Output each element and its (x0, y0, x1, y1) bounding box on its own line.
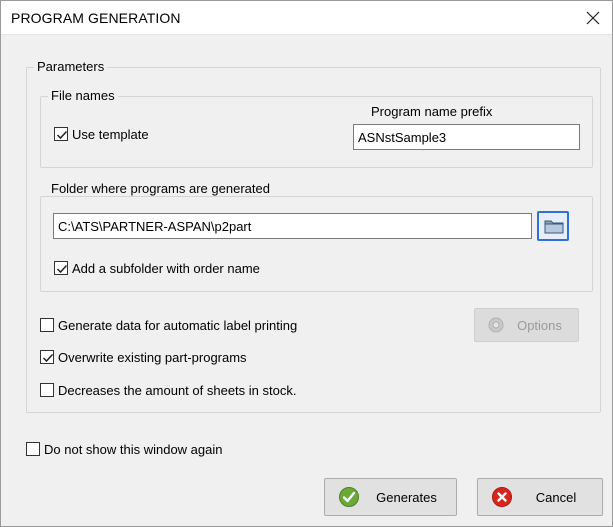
close-icon (586, 11, 600, 25)
use-template-checkbox-box[interactable] (54, 127, 68, 141)
program-name-prefix-input[interactable] (353, 124, 580, 150)
folder-path-input[interactable] (53, 213, 532, 239)
label-printing-checkbox-box[interactable] (40, 318, 54, 332)
decrease-stock-checkbox[interactable]: Decreases the amount of sheets in stock. (40, 381, 296, 399)
add-subfolder-checkbox[interactable]: Add a subfolder with order name (54, 259, 260, 277)
decrease-stock-label: Decreases the amount of sheets in stock. (58, 382, 297, 398)
checkmark-icon (56, 130, 68, 140)
label-printing-label: Generate data for automatic label printi… (58, 317, 298, 333)
browse-folder-button[interactable] (537, 211, 569, 241)
gear-icon (488, 317, 504, 333)
dont-show-again-checkbox-box[interactable] (26, 442, 40, 456)
dont-show-again-label: Do not show this window again (44, 441, 223, 457)
options-button[interactable]: Options (474, 308, 579, 342)
program-name-prefix-label: Program name prefix (371, 104, 493, 119)
generate-button-label: Generates (376, 489, 437, 505)
decrease-stock-checkbox-box[interactable] (40, 383, 54, 397)
close-button[interactable] (582, 7, 604, 29)
use-template-label: Use template (72, 126, 149, 142)
checkmark-icon (42, 353, 54, 363)
file-names-group-label: File names (48, 88, 118, 103)
cancel-button[interactable]: Cancel (477, 478, 603, 516)
program-generation-dialog: PROGRAM GENERATION Parameters File names… (0, 0, 613, 527)
generate-button[interactable]: Generates (324, 478, 457, 516)
overwrite-label: Overwrite existing part-programs (58, 349, 247, 365)
folder-group (40, 196, 593, 292)
overwrite-checkbox[interactable]: Overwrite existing part-programs (40, 348, 247, 366)
use-template-checkbox[interactable]: Use template (54, 125, 149, 143)
parameters-group-label: Parameters (34, 59, 108, 74)
checkmark-icon (56, 264, 68, 274)
red-x-icon (492, 487, 512, 507)
green-check-icon (339, 487, 359, 507)
add-subfolder-label: Add a subfolder with order name (72, 260, 260, 276)
window-title: PROGRAM GENERATION (11, 10, 181, 26)
folder-group-label: Folder where programs are generated (48, 181, 273, 196)
cancel-button-label: Cancel (535, 489, 577, 505)
add-subfolder-checkbox-box[interactable] (54, 261, 68, 275)
dont-show-again-checkbox[interactable]: Do not show this window again (26, 440, 223, 458)
options-button-label: Options (517, 317, 562, 333)
folder-icon (544, 220, 564, 234)
overwrite-checkbox-box[interactable] (40, 350, 54, 364)
title-bar: PROGRAM GENERATION (1, 1, 612, 35)
label-printing-checkbox[interactable]: Generate data for automatic label printi… (40, 316, 297, 334)
